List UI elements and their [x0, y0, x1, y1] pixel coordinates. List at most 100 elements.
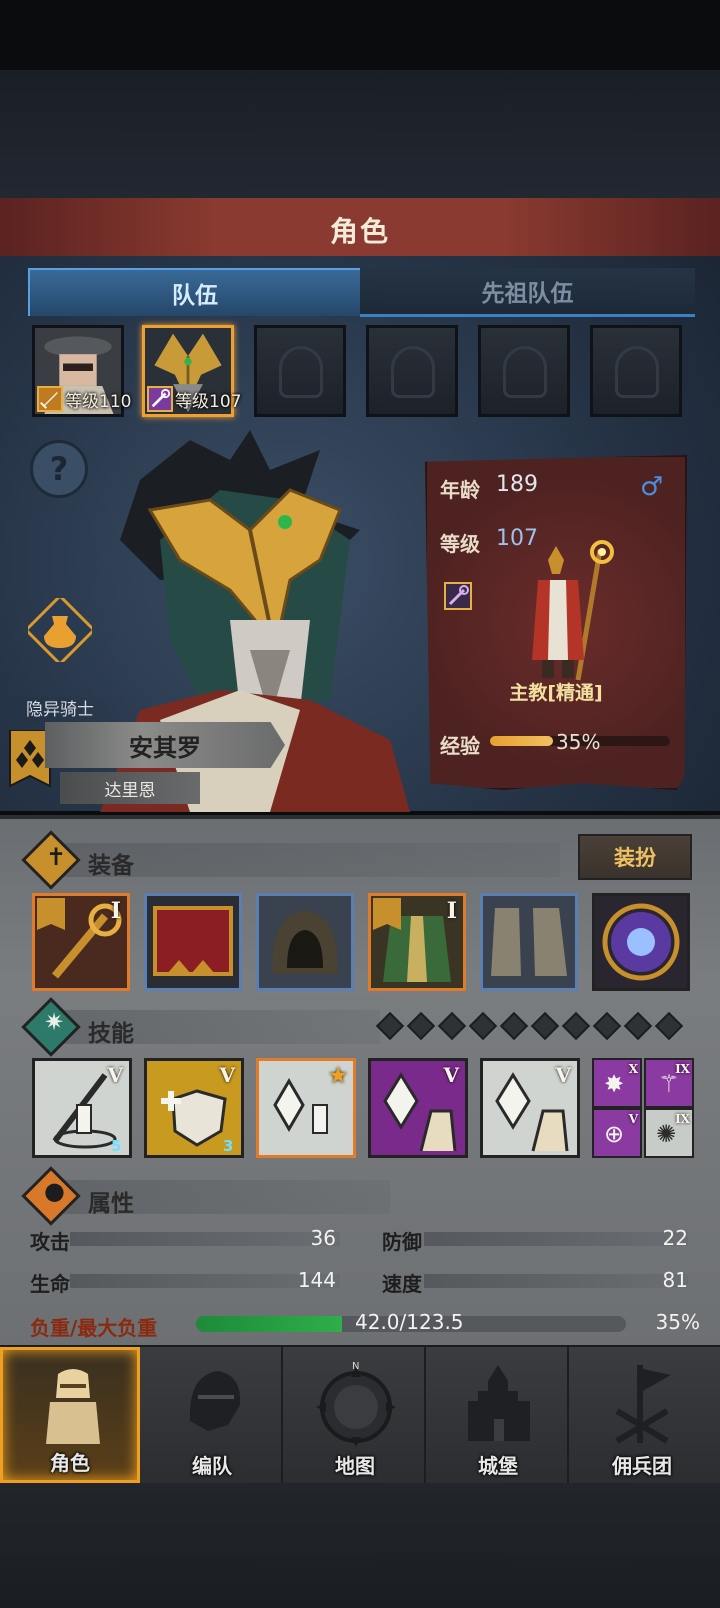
chest-box-icon: [147, 896, 239, 988]
wand-icon: ⚚: [658, 1070, 680, 1098]
defense-value: 22: [662, 1226, 688, 1250]
gem-slot-icon: [499, 1011, 529, 1041]
gem-slot-icon: [468, 1011, 498, 1041]
nav-label: 编队: [192, 1454, 232, 1478]
hp-value: 144: [297, 1268, 336, 1292]
sword-class-icon: [37, 386, 63, 412]
attack-label: 攻击: [30, 1230, 70, 1254]
empty-helmet-icon: [391, 346, 435, 398]
skill-count: 3: [223, 1137, 234, 1155]
flask-glyph: ●: [44, 1177, 65, 1205]
level-label: 等级: [440, 532, 480, 556]
slot-level: 等级107: [175, 392, 242, 412]
tier-label: V: [443, 1063, 459, 1087]
page-title: 角色: [329, 215, 390, 248]
equip-slot-feet[interactable]: [480, 893, 578, 991]
equip-slot-accessory[interactable]: [592, 893, 690, 991]
flash-icon: ✺: [656, 1120, 677, 1148]
nav-character[interactable]: 角色: [0, 1347, 140, 1483]
staff-class-icon: [444, 582, 472, 610]
tier-label: I: [110, 898, 121, 924]
skill-slot-3[interactable]: ★: [256, 1058, 356, 1158]
gem-slot-icon: [375, 1011, 405, 1041]
tab-team[interactable]: 队伍: [28, 268, 362, 316]
section-stripe: [60, 843, 560, 877]
empty-helmet-icon: [503, 346, 547, 398]
tier-label: V: [219, 1063, 235, 1087]
equip-slot-armor[interactable]: I: [368, 893, 466, 991]
burst-icon: ✸: [604, 1070, 625, 1098]
skill-gem-slots: [375, 1011, 684, 1041]
speed-value: 81: [662, 1268, 688, 1292]
male-icon: ♂: [640, 472, 664, 502]
equip-slot-head[interactable]: [256, 893, 354, 991]
compass-icon: N: [316, 1361, 396, 1447]
castle-icon: [468, 1365, 530, 1441]
knight-icon: [46, 1369, 100, 1444]
age-label: 年龄: [440, 478, 480, 502]
nav-formation[interactable]: 编队: [143, 1347, 283, 1483]
empty-helmet-icon: [279, 346, 323, 398]
star-icon: ★: [329, 1063, 347, 1087]
equipment-title: 装备: [88, 853, 134, 879]
defense-label: 防御: [382, 1230, 422, 1254]
team-slot-3-empty[interactable]: [254, 325, 346, 417]
passive-skill-2[interactable]: IX ⚚: [644, 1058, 694, 1108]
passive-skill-4[interactable]: IX ✺: [644, 1108, 694, 1158]
hood-icon: [259, 896, 351, 988]
boots-icon: [483, 896, 575, 988]
team-slot-6-empty[interactable]: [590, 325, 682, 417]
nav-mercenary[interactable]: 佣兵团: [572, 1347, 712, 1483]
equip-slot-offhand[interactable]: [144, 893, 242, 991]
nav-map[interactable]: N 地图: [286, 1347, 426, 1483]
potion-icon[interactable]: [28, 598, 92, 662]
speed-label: 速度: [382, 1272, 422, 1296]
help-button[interactable]: ?: [30, 440, 88, 498]
team-slot-2[interactable]: 等级107: [142, 325, 241, 417]
nav-label: 角色: [50, 1451, 90, 1475]
bishop-class-figure: [532, 540, 614, 681]
skill-slot-5[interactable]: V: [480, 1058, 580, 1158]
nav-label: 佣兵团: [612, 1454, 672, 1478]
gem-slot-icon: [406, 1011, 436, 1041]
empty-helmet-icon: [615, 346, 659, 398]
hero-subclass: 隐异骑士: [0, 697, 130, 723]
helmet-icon: [189, 1371, 241, 1431]
gem-slot-icon: [530, 1011, 560, 1041]
hero-name: 安其罗: [45, 722, 285, 768]
gem-slot-icon: [437, 1011, 467, 1041]
bottom-background: [0, 1483, 720, 1608]
team-slot-4-empty[interactable]: [366, 325, 458, 417]
team-slot-5-empty[interactable]: [478, 325, 570, 417]
equip-slot-weapon[interactable]: I: [32, 893, 130, 991]
skill-slot-2[interactable]: V 3: [144, 1058, 244, 1158]
hero-class-name: 主教[精通]: [509, 682, 603, 704]
hero-surname: 达里恩: [60, 772, 200, 804]
tier-label: X: [628, 1062, 638, 1076]
gem-slot-icon: [592, 1011, 622, 1041]
exp-label: 经验: [440, 734, 480, 758]
dress-up-button[interactable]: 装扮: [578, 834, 692, 880]
team-slot-1[interactable]: 等级110: [32, 325, 131, 417]
skill-count: 5: [111, 1137, 122, 1155]
skill-slot-4[interactable]: V: [368, 1058, 468, 1158]
passive-skill-3[interactable]: V ⊕: [592, 1108, 642, 1158]
cross-glyph: ✝: [46, 843, 67, 871]
exp-fill: [490, 736, 553, 746]
nav-castle[interactable]: 城堡: [429, 1347, 569, 1483]
nav-label: 城堡: [478, 1454, 518, 1478]
passive-skill-1[interactable]: X ✸: [592, 1058, 642, 1108]
load-value: 42.0/123.5: [355, 1310, 464, 1334]
top-background: [0, 70, 720, 200]
staff-class-icon: [147, 386, 173, 412]
gem-slot-icon: [654, 1011, 684, 1041]
gem-slot-icon: [561, 1011, 591, 1041]
gem-slot-icon: [623, 1011, 653, 1041]
mercenary-banner-icon: [615, 1365, 671, 1444]
tab-ancestor-team[interactable]: 先祖队伍: [360, 268, 695, 317]
skill-slot-1[interactable]: V 5: [32, 1058, 132, 1158]
astrolabe-icon: [595, 896, 687, 988]
exp-percent: 35%: [556, 730, 601, 754]
load-percent: 35%: [655, 1310, 700, 1334]
question-icon: ?: [49, 450, 69, 488]
